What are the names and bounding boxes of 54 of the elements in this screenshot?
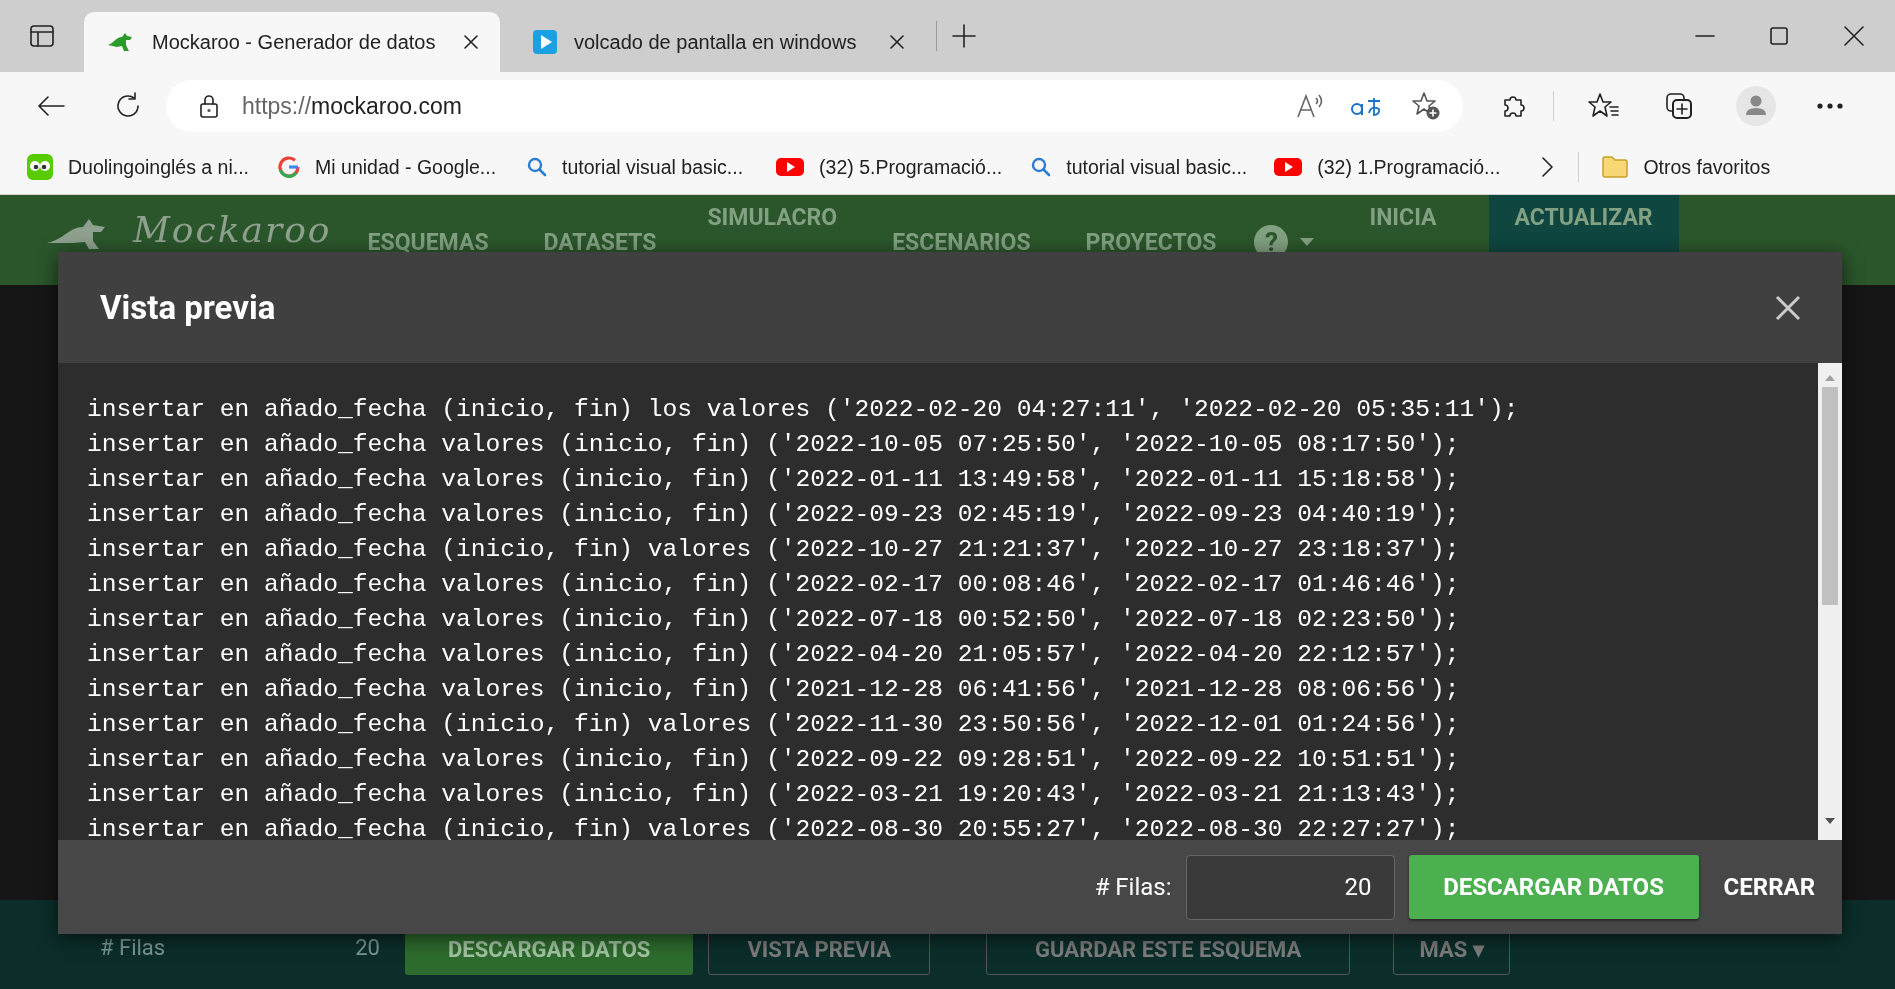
bookmark[interactable]: tutorial visual basic... xyxy=(1030,155,1248,179)
sql-line: insertar en añado_fecha valores (inicio, fin) ('2022-04-20 21:05:57', '2022-04-20 22:12:57'); xyxy=(87,640,1460,670)
sql-line: insertar en añado_fecha valores (inicio, fin) ('2022-09-23 02:45:19', '2022-09-23 04:40:19'); xyxy=(87,500,1460,530)
new-tab-icon[interactable] xyxy=(951,23,977,49)
close-icon[interactable] xyxy=(1843,25,1865,47)
caret-down-icon xyxy=(1300,238,1315,246)
sql-line: insertar en añado_fecha valores (inicio, fin) ('2022-09-22 09:28:51', '2022-09-22 10:51:51'); xyxy=(87,745,1460,775)
chevron-right-icon[interactable] xyxy=(1540,156,1555,178)
browser-tab[interactable]: volcado de pantalla en windows xyxy=(510,12,926,72)
youtube-icon xyxy=(775,156,806,178)
lock-icon xyxy=(198,93,220,119)
folder-icon xyxy=(1601,155,1630,179)
reload-icon[interactable] xyxy=(114,92,142,120)
rows-label: # Filas xyxy=(100,934,166,960)
owl-icon xyxy=(26,153,54,181)
sql-line: insertar en añado_fecha valores (inicio, fin) ('2021-12-28 06:41:56', '2021-12-28 08:06:56'); xyxy=(87,675,1460,705)
bookmark[interactable]: tutorial visual basic... xyxy=(526,155,744,179)
scrollbar[interactable] xyxy=(1818,363,1842,840)
youtube-icon xyxy=(1273,156,1304,178)
add-favorite-icon[interactable] xyxy=(1411,91,1441,121)
close-button[interactable]: CERRAR xyxy=(1723,873,1815,901)
sidebar-icon[interactable] xyxy=(29,24,55,48)
bookmark[interactable]: Duolingoinglés a ni... xyxy=(26,153,250,181)
bookmark-folder[interactable]: Otros favoritos xyxy=(1601,155,1771,179)
rows-field[interactable]: 20 xyxy=(1185,854,1395,920)
bookmark[interactable]: (32) 5.Programació... xyxy=(775,155,1003,179)
sql-line: insertar en añado_fecha (inicio, fin) los valores ('2022-02-20 04:27:11', '2022-02-20 05:35:11'); xyxy=(87,395,1519,425)
close-icon[interactable] xyxy=(462,33,480,51)
rows-label: # Filas: xyxy=(1094,873,1172,901)
play-icon xyxy=(532,29,558,55)
browser-tab[interactable]: Mockaroo - Generador de datos xyxy=(84,12,500,72)
collections-icon[interactable] xyxy=(1664,91,1694,121)
close-icon[interactable] xyxy=(888,33,906,51)
sql-line: insertar en añado_fecha valores (inicio, fin) ('2022-10-05 07:25:50', '2022-10-05 08:17:50'); xyxy=(87,430,1460,460)
maximize-icon[interactable] xyxy=(1769,26,1789,46)
sql-line: insertar en añado_fecha valores (inicio, fin) ('2022-07-18 00:52:50', '2022-07-18 02:23:50'); xyxy=(87,605,1460,635)
bookmark[interactable]: (32) 1.Programació... xyxy=(1273,155,1501,179)
more-icon[interactable] xyxy=(1816,102,1844,110)
sql-line: insertar en añado_fecha valores (inicio, fin) ('2022-01-11 13:49:58', '2022-01-11 15:18:58'); xyxy=(87,465,1460,495)
profile-icon[interactable] xyxy=(1736,86,1776,126)
download-button[interactable]: DESCARGAR DATOS xyxy=(1408,855,1699,919)
bookmark[interactable]: Mi unidad - Google... xyxy=(277,155,497,179)
search-icon xyxy=(526,156,549,178)
back-icon[interactable] xyxy=(36,94,66,118)
read-aloud-icon[interactable] xyxy=(1295,93,1325,119)
sql-line: insertar en añado_fecha valores (inicio, fin) ('2022-03-21 19:20:43', '2022-03-21 21:13:43'); xyxy=(87,780,1460,810)
sql-line: insertar en añado_fecha (inicio, fin) valores ('2022-10-27 21:21:37', '2022-10-27 23:18:37'); xyxy=(87,535,1460,565)
dialog-title: Vista previa xyxy=(100,288,277,327)
search-icon xyxy=(1030,156,1053,178)
google-icon xyxy=(277,155,302,179)
sql-line: insertar en añado_fecha valores (inicio, fin) ('2022-02-17 00:08:46', '2022-02-17 01:46:46'); xyxy=(87,570,1460,600)
address-bar[interactable]: https://mockaroo.com xyxy=(166,80,1463,132)
close-icon[interactable] xyxy=(1774,293,1802,322)
sql-line: insertar en añado_fecha (inicio, fin) valores ('2022-11-30 23:50:56', '2022-12-01 01:24:56'); xyxy=(87,710,1460,740)
